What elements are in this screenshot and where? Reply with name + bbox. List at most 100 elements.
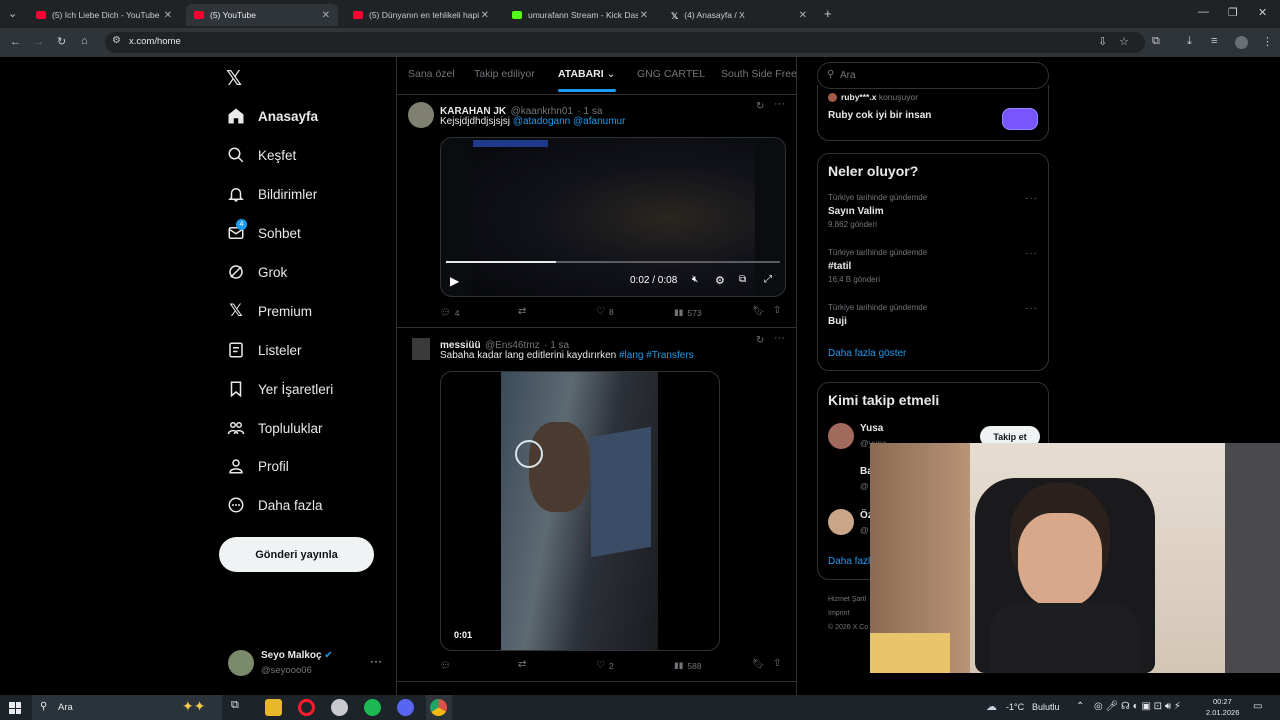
feed-tab[interactable]: South Side Free [721, 68, 796, 80]
show-more-link[interactable]: Daha fazl [828, 556, 870, 567]
obs-icon[interactable] [331, 699, 348, 716]
nav-bookmarks[interactable]: Yer İşaretleri [226, 374, 333, 404]
like-button[interactable]: ♡ 8 [596, 306, 614, 317]
reply-button[interactable]: 💬︎ [440, 660, 455, 671]
avatar[interactable] [828, 423, 854, 449]
nav-explore[interactable]: Keşfet [226, 140, 296, 170]
trend-item[interactable]: Türkiye tarihinde gündemde Buji ··· [828, 303, 1040, 333]
maximize-icon[interactable]: ❐ [1228, 6, 1238, 19]
nav-grok[interactable]: Grok [226, 257, 287, 287]
tab-search-icon[interactable]: ⌄ [8, 7, 17, 20]
more-icon[interactable]: ··· [1025, 303, 1038, 314]
more-icon[interactable]: ··· [1025, 248, 1038, 259]
nav-profile[interactable]: Profil [226, 451, 289, 481]
avatar[interactable] [828, 509, 854, 535]
taskbar-search[interactable]: ⚲ Ara ✦✦ [32, 695, 222, 720]
nav-notifications[interactable]: Bildirimler [226, 179, 317, 209]
nav-lists[interactable]: Listeler [226, 335, 302, 365]
reload-icon[interactable]: ↻ [57, 35, 66, 48]
tweet-mentions[interactable]: @atadogann @afanumur [513, 116, 626, 127]
menu-icon[interactable]: ⋮ [1262, 35, 1273, 48]
more-icon[interactable]: ··· [1025, 193, 1038, 204]
nav-premium[interactable]: 𝕏 Premium [226, 296, 312, 326]
task-view-icon[interactable]: ⧉ [231, 699, 248, 716]
reply-button[interactable]: 💬︎ 4 [440, 307, 460, 318]
discord-icon[interactable] [397, 699, 414, 716]
close-icon[interactable]: ✕ [164, 10, 172, 21]
reading-list-icon[interactable]: ≡ [1211, 35, 1217, 47]
clock-date[interactable]: 2.01.2026 [1206, 708, 1239, 717]
nav-communities[interactable]: Topluluklar [226, 413, 323, 443]
close-icon[interactable]: ✕ [481, 10, 489, 21]
close-window-icon[interactable]: ✕ [1258, 6, 1267, 19]
play-icon[interactable]: ▶ [450, 274, 459, 288]
show-more-link[interactable]: Daha fazla göster [828, 348, 906, 359]
footer-terms-link[interactable]: Hizmet Şartl [828, 593, 868, 607]
repost-button[interactable]: ⇄ [518, 659, 526, 670]
trend-item[interactable]: Türkiye tarihinde gündemde #tatil 16,4 B… [828, 248, 1040, 292]
space-card[interactable]: ruby***.x konuşuyor Ruby cok iyi bir ins… [817, 85, 1049, 141]
feed-tab-active[interactable]: ATABARI ⌄ [558, 68, 615, 80]
browser-tab[interactable]: (5) YouTube ✕ [186, 4, 338, 26]
video-player[interactable]: ▶ 0:02 / 0:08 🔇︎ ⚙ ⧉ ⤢ [440, 137, 786, 297]
feed-tab[interactable]: GNG CARTEL [637, 68, 705, 80]
more-icon[interactable]: ··· [774, 332, 785, 344]
avatar[interactable] [408, 102, 434, 128]
share-button[interactable]: ⇧ [773, 658, 781, 669]
home-icon[interactable]: ⌂ [81, 35, 88, 47]
notifications-icon[interactable]: ▭ [1253, 701, 1262, 712]
extensions-icon[interactable]: ⧉ [1152, 35, 1160, 48]
clock-time[interactable]: 00:27 [1213, 697, 1232, 706]
browser-tab[interactable]: umurafann Stream - Kick Dashb ✕ [504, 4, 656, 26]
back-icon[interactable]: ← [10, 36, 21, 48]
forward-icon[interactable]: → [33, 36, 44, 48]
windows-start-icon[interactable] [9, 702, 21, 714]
weather-icon[interactable]: ☁ [986, 700, 997, 713]
opera-icon[interactable] [298, 699, 315, 716]
suggested-user-name[interactable]: Yusa [860, 423, 883, 434]
close-icon[interactable]: ✕ [799, 10, 807, 21]
share-button[interactable]: ⇧ [773, 305, 781, 316]
close-icon[interactable]: ✕ [322, 10, 330, 21]
bookmark-button[interactable]: 🔖︎ [752, 306, 765, 317]
nav-more[interactable]: Daha fazla [226, 490, 323, 520]
nav-chat[interactable]: 4 Sohbet [226, 218, 301, 248]
download-icon[interactable]: ⤓ [1187, 35, 1192, 48]
settings-icon[interactable]: ⚙ [715, 274, 725, 287]
site-info-icon[interactable]: ⚙ [112, 35, 121, 46]
fullscreen-icon[interactable]: ⤢ [764, 274, 772, 285]
tweet-hashtags[interactable]: #lang #Transfers [619, 350, 694, 361]
account-switcher[interactable]: Seyo Malkoç ✔ @seyooo06 ··· [226, 648, 386, 680]
tweet[interactable]: KARAHAN JK @kaankrhn01 · 1 sa ↻ ··· Kejs… [397, 95, 796, 327]
post-button[interactable]: Gönderi yayınla [219, 537, 374, 572]
address-bar[interactable]: ⚙ x.com/home ⇩ ☆ [105, 32, 1145, 53]
video-player[interactable]: 0:01 [440, 371, 720, 651]
x-logo-icon[interactable]: 𝕏 [226, 66, 242, 91]
pip-icon[interactable]: ⧉ [739, 274, 746, 285]
trend-item[interactable]: Türkiye tarihinde gündemde Sayın Valim 9… [828, 193, 1040, 237]
close-icon[interactable]: ✕ [640, 10, 648, 21]
install-icon[interactable]: ⇩ [1098, 35, 1107, 48]
views-button[interactable]: ▮▮ 588 [674, 660, 702, 671]
grok-icon[interactable]: ↻ [756, 101, 764, 112]
new-tab-icon[interactable]: + [824, 6, 832, 21]
grok-icon[interactable]: ↻ [756, 335, 764, 346]
chevron-up-icon[interactable]: ⌃ [1076, 701, 1084, 712]
tweet[interactable]: messiüü @Ens46tmz · 1 sa ↻ ··· Sabaha ka… [397, 328, 796, 680]
repost-button[interactable]: ⇄ [518, 306, 526, 317]
file-explorer-icon[interactable] [265, 699, 282, 716]
video-progress-track[interactable] [446, 261, 780, 263]
avatar[interactable] [412, 338, 430, 360]
browser-tab[interactable]: (5) Dünyanın en tehlikeli hapish ✕ [345, 4, 497, 26]
feed-tab[interactable]: Takip ediliyor [474, 68, 535, 80]
footer-imprint-link[interactable]: Imprint [828, 607, 868, 621]
bookmark-button[interactable]: 🔖︎ [752, 659, 765, 670]
browser-tab[interactable]: (5) Ich Liebe Dich - YouTube ✕ [28, 4, 180, 26]
more-icon[interactable]: ··· [774, 98, 785, 110]
like-button[interactable]: ♡ 2 [596, 660, 614, 671]
spotify-icon[interactable] [364, 699, 381, 716]
profile-avatar[interactable] [1235, 36, 1248, 49]
minimize-icon[interactable]: — [1198, 6, 1209, 18]
tray-icons[interactable]: ◎ 🎤︎ ☊ ◐ ▣ ⊡ 🔊︎ ⚡ [1094, 701, 1181, 712]
more-icon[interactable]: ··· [370, 654, 382, 668]
